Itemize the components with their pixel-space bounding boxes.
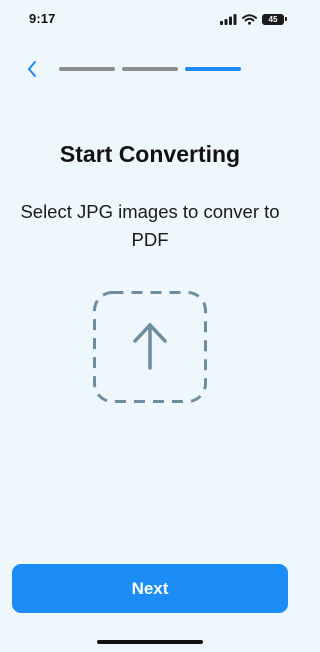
arrow-up-icon bbox=[133, 323, 167, 370]
battery-level: 45 bbox=[268, 14, 278, 24]
upload-dropzone[interactable] bbox=[93, 291, 207, 403]
upload-frame bbox=[93, 291, 207, 403]
status-bar: 9:17 45 bbox=[0, 0, 300, 40]
next-button[interactable]: Next bbox=[12, 564, 288, 613]
chevron-left-icon bbox=[28, 61, 36, 77]
status-time: 9:17 bbox=[29, 11, 56, 26]
home-indicator[interactable] bbox=[97, 640, 203, 644]
progress-step-3 bbox=[185, 67, 241, 71]
wifi-icon bbox=[242, 13, 257, 25]
progress-step-2 bbox=[122, 67, 178, 71]
page-title: Start Converting bbox=[59, 141, 241, 167]
nav-row bbox=[0, 54, 300, 84]
status-icons: 45 bbox=[220, 12, 287, 26]
battery-icon: 45 bbox=[262, 13, 287, 25]
signal-icon bbox=[220, 13, 237, 25]
back-button[interactable] bbox=[20, 57, 44, 81]
progress-indicator bbox=[59, 67, 241, 71]
page-subtitle: Select JPG images to conver to PDF bbox=[20, 201, 280, 250]
progress-step-1 bbox=[59, 67, 115, 71]
